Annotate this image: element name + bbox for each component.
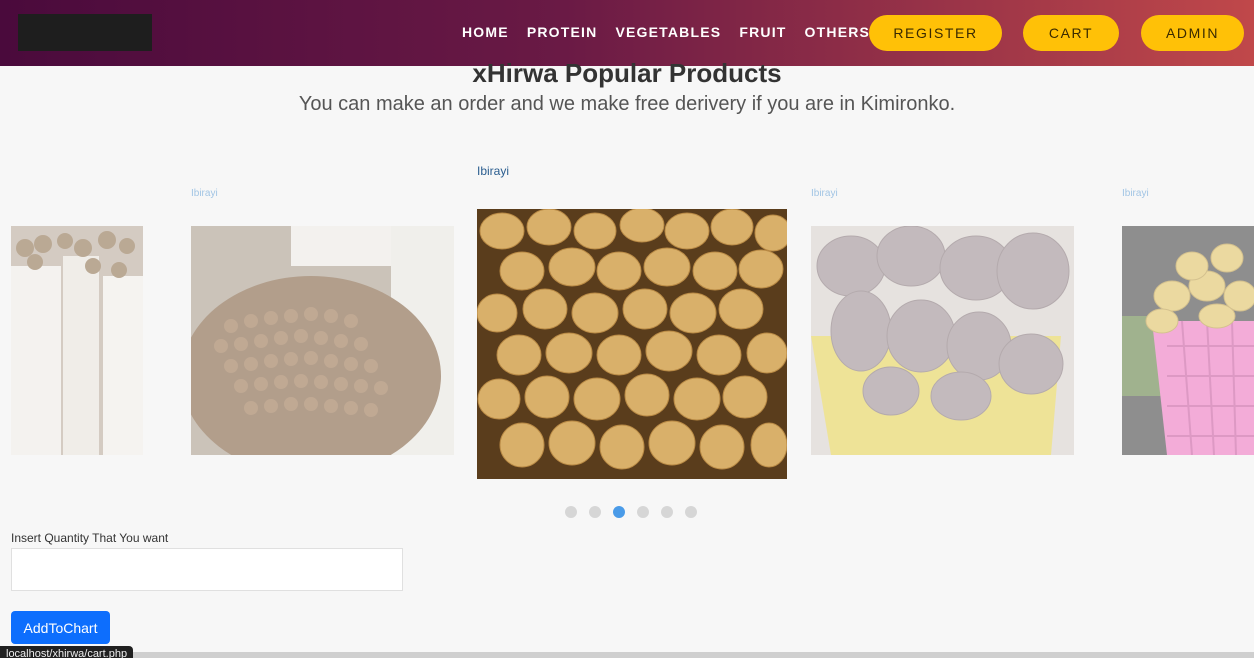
product-image [191,226,454,455]
carousel-dot[interactable] [637,506,649,518]
product-image [477,209,787,479]
slide-caption: Ibirayi [477,164,510,178]
nav-vegetables[interactable]: VEGETABLES [615,24,721,40]
horizontal-scrollbar[interactable] [0,652,1254,658]
carousel-dot[interactable] [565,506,577,518]
carousel-dot[interactable] [661,506,673,518]
page-subtitle: You can make an order and we make free d… [298,93,956,115]
product-image [11,226,143,455]
carousel-slide[interactable]: Ibirayi [1122,188,1254,455]
quantity-input[interactable] [11,548,403,591]
logo[interactable] [18,14,152,51]
top-navbar: HOME PROTEIN VEGETABLES FRUIT OTHERS REG… [0,0,1254,66]
slide-caption: Ibirayi [191,188,218,199]
main-nav: HOME PROTEIN VEGETABLES FRUIT OTHERS [462,24,888,40]
product-image [1122,226,1254,455]
nav-protein[interactable]: PROTEIN [527,24,598,40]
carousel-dot[interactable] [589,506,601,518]
carousel-slide[interactable]: Ibirayi [811,188,1074,455]
add-to-cart-button[interactable]: AddToChart [11,611,110,644]
register-button[interactable]: REGISTER [869,15,1002,51]
slide-caption: Ibirayi [811,188,838,199]
nav-others[interactable]: OTHERS [805,24,871,40]
admin-button[interactable]: ADMIN [1141,15,1244,51]
carousel-slide[interactable]: Ibirayi [191,188,454,455]
product-image [811,226,1074,455]
nav-fruit[interactable]: FRUIT [739,24,786,40]
carousel-dot[interactable] [685,506,697,518]
carousel-dot-active[interactable] [613,506,625,518]
cart-button[interactable]: CART [1023,15,1119,51]
status-bar-url: localhost/xhirwa/cart.php [0,646,134,658]
slide-caption: Ibirayi [1122,188,1149,199]
nav-home[interactable]: HOME [462,24,509,40]
quantity-label: Insert Quantity That You want [11,531,169,545]
carousel-slide[interactable] [11,188,143,455]
carousel-dots [565,506,697,518]
carousel-slide-active[interactable]: Ibirayi [477,164,787,479]
page-title: xHirwa Popular Products [472,58,782,88]
page: HOME PROTEIN VEGETABLES FRUIT OTHERS REG… [0,0,1254,658]
